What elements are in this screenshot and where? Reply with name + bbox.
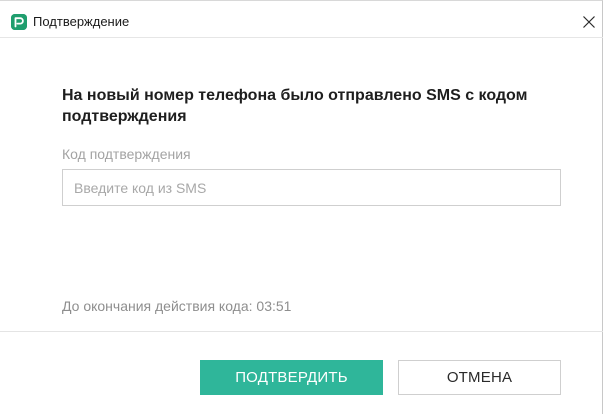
confirmation-dialog: Подтверждение На новый номер телефона бы… (0, 0, 603, 414)
code-timer-text: До окончания действия кода: 03:51 (62, 298, 292, 314)
title-bar: Подтверждение (0, 1, 603, 38)
confirm-button[interactable]: ПОДТВЕРДИТЬ (200, 360, 383, 395)
cancel-button[interactable]: ОТМЕНА (398, 360, 561, 395)
code-label: Код подтверждения (62, 146, 191, 162)
app-logo-icon (11, 14, 27, 30)
code-input[interactable] (62, 169, 561, 206)
sms-sent-heading: На новый номер телефона было отправлено … (62, 87, 528, 125)
footer-divider (0, 331, 603, 332)
window-title: Подтверждение (33, 14, 130, 29)
close-icon[interactable] (580, 13, 598, 31)
